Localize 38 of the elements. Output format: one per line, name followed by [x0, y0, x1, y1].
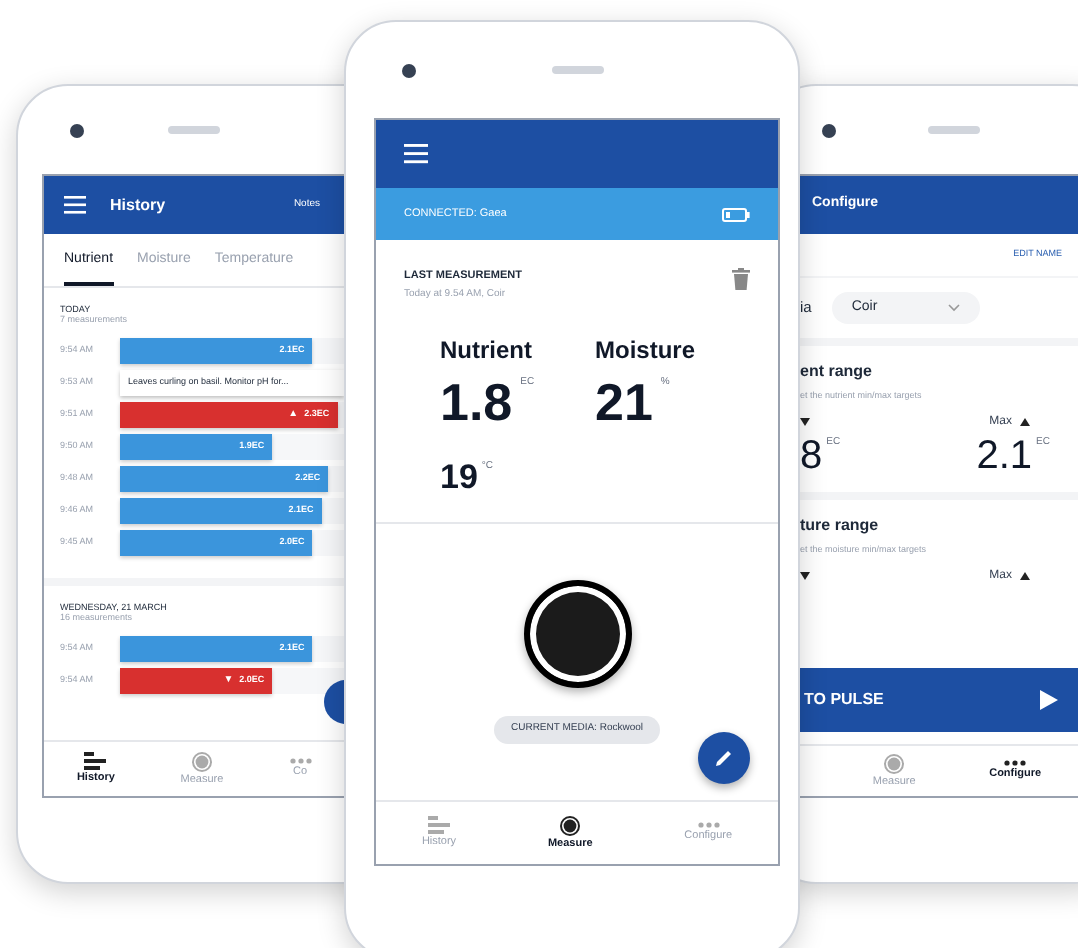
- speaker-grille: [551, 66, 603, 74]
- reading-label: Nutrient: [440, 333, 534, 368]
- temperature-value: 19: [440, 459, 478, 494]
- down-triangle-icon: [800, 572, 810, 580]
- measure-button[interactable]: [523, 580, 631, 689]
- dots-icon: [1004, 760, 1027, 767]
- range-title: ent range: [800, 360, 875, 384]
- max-value: 2.1: [976, 435, 1033, 476]
- circle-icon: [560, 815, 581, 836]
- circle-icon: [884, 753, 905, 774]
- reading-value: 21: [595, 375, 653, 428]
- bars-icon: [428, 816, 450, 835]
- min-value: 8: [800, 435, 823, 476]
- reading-value: 1.8: [440, 375, 513, 428]
- up-triangle-icon: [1020, 572, 1030, 580]
- camera-lens: [70, 124, 84, 138]
- screen-title: History: [110, 193, 166, 217]
- pencil-icon: [714, 748, 734, 768]
- circle-icon: [191, 751, 212, 772]
- trash-icon[interactable]: [732, 268, 750, 290]
- speaker-grille: [928, 126, 980, 134]
- camera-lens: [822, 124, 836, 138]
- edit-button[interactable]: [698, 732, 750, 784]
- chevron-down-icon: [947, 304, 960, 312]
- range-title: ture range: [800, 513, 881, 538]
- menu-icon[interactable]: [64, 196, 86, 214]
- reading-label: Moisture: [595, 333, 698, 368]
- up-triangle-icon: [1020, 418, 1030, 427]
- speaker-grille: [168, 126, 220, 134]
- menu-icon[interactable]: [404, 144, 428, 164]
- bars-icon: [84, 752, 107, 771]
- camera-lens: [402, 64, 416, 78]
- battery-icon: [722, 207, 750, 221]
- dots-icon: [697, 822, 720, 829]
- down-triangle-icon: [800, 418, 810, 427]
- play-icon: [1040, 690, 1058, 710]
- dots-icon: [289, 758, 312, 765]
- pulse-button[interactable]: TO PULSE: [796, 668, 1078, 732]
